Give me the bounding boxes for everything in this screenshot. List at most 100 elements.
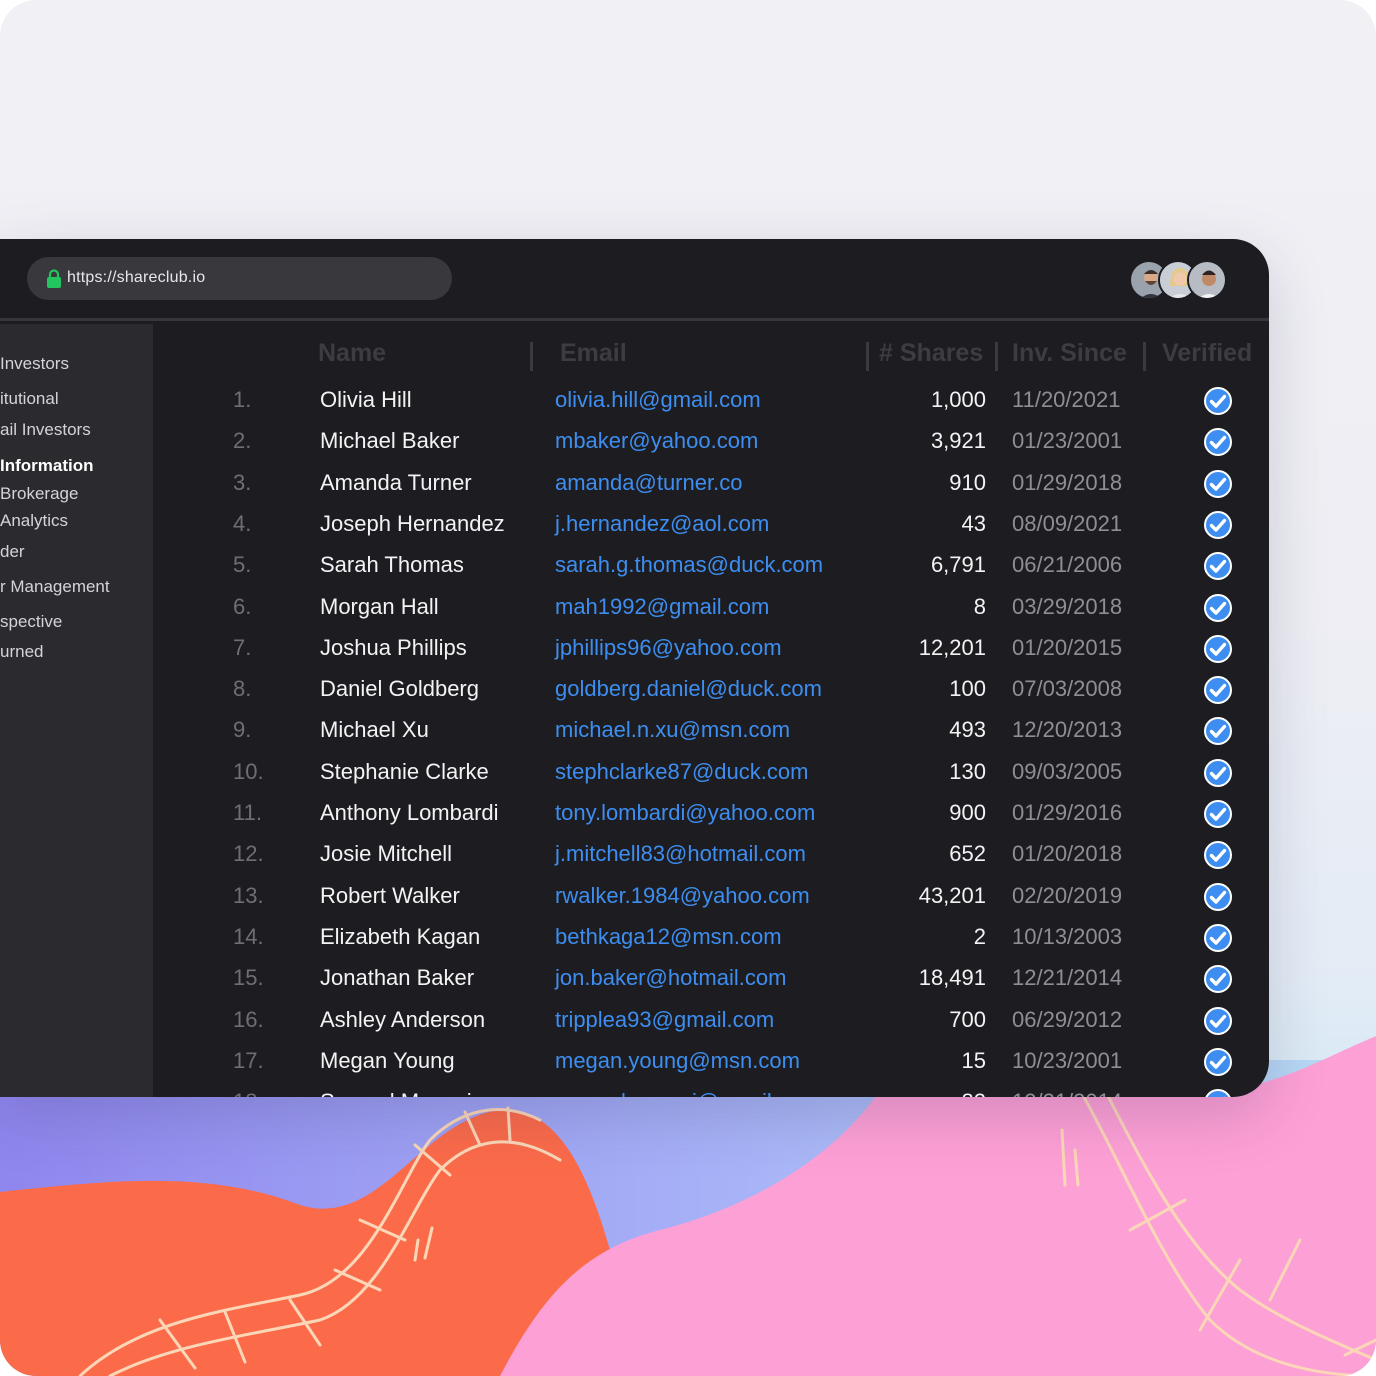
investor-email-link[interactable]: goldberg.daniel@duck.com <box>555 675 822 703</box>
share-count: 18,491 <box>918 965 986 991</box>
row-number: 8. <box>233 676 252 702</box>
sidebar-item-management[interactable]: r Management <box>0 577 110 597</box>
column-divider[interactable] <box>866 342 869 371</box>
sidebar-item-investors[interactable]: Investors <box>0 354 69 374</box>
sidebar-item-brokerage[interactable]: Brokerage <box>0 484 78 504</box>
investor-name: Samuel Mavani <box>320 1088 472 1097</box>
investor-email-link[interactable]: rwalker.1984@yahoo.com <box>555 882 810 910</box>
investor-email-link[interactable]: olivia.hill@gmail.com <box>555 386 761 414</box>
table-row[interactable]: 6. Morgan Hall mah1992@gmail.com 8 03/29/201… <box>153 593 1269 634</box>
investor-email-link[interactable]: j.hernandez@aol.com <box>555 510 769 538</box>
investor-email-link[interactable]: j.mitchell83@hotmail.com <box>555 840 806 868</box>
investor-email-link[interactable]: tripplea93@gmail.com <box>555 1006 774 1034</box>
row-number: 4. <box>233 510 252 536</box>
avatar[interactable] <box>1187 260 1227 300</box>
investor-email-link[interactable]: jphillips96@yahoo.com <box>555 634 782 662</box>
table-row[interactable]: 2. Michael Baker mbaker@yahoo.com 3,921 01/2… <box>153 427 1269 468</box>
row-number: 2. <box>233 428 252 454</box>
sidebar-item-institutional[interactable]: itutional <box>0 389 59 409</box>
investor-email-link[interactable]: michael.n.xu@msn.com <box>555 716 790 744</box>
share-count: 652 <box>949 841 986 867</box>
share-count: 493 <box>949 717 986 743</box>
table-row[interactable]: 3. Amanda Turner amanda@turner.co 910 01/29/… <box>153 469 1269 510</box>
investor-since-date: 01/20/2018 <box>1012 841 1123 867</box>
investor-email-link[interactable]: mah1992@gmail.com <box>555 593 769 621</box>
verified-check-icon <box>1204 841 1232 870</box>
investor-name: Michael Xu <box>320 717 429 743</box>
sidebar-item-analytics[interactable]: Analytics <box>0 511 68 531</box>
investor-name: Michael Baker <box>320 428 460 454</box>
table-row[interactable]: 8. Daniel Goldberg goldberg.daniel@duck.co… <box>153 675 1269 716</box>
verified-check-icon <box>1205 1089 1231 1097</box>
investor-email-link[interactable]: mbaker@yahoo.com <box>555 427 758 455</box>
table-row[interactable]: 7. Joshua Phillips jphillips96@yahoo.com 12… <box>153 634 1269 675</box>
table-row[interactable]: 12. Josie Mitchell j.mitchell83@hotmail.co… <box>153 840 1269 881</box>
share-count: 3,921 <box>930 428 986 454</box>
table-row[interactable]: 18. Samuel Mavani samuelmavani@gmail.com 82… <box>153 1088 1269 1097</box>
table-row[interactable]: 15. Jonathan Baker jon.baker@hotmail.com 18… <box>153 964 1269 1005</box>
column-header-name[interactable]: Name <box>318 339 386 368</box>
investor-email-link[interactable]: jon.baker@hotmail.com <box>555 964 786 992</box>
investor-name: Daniel Goldberg <box>320 676 479 702</box>
table-row[interactable]: 13. Robert Walker rwalker.1984@yahoo.com 43… <box>153 882 1269 923</box>
investor-email-link[interactable]: megan.young@msn.com <box>555 1047 800 1075</box>
table-row[interactable]: 1. Olivia Hill olivia.hill@gmail.com 1,000 1… <box>153 386 1269 427</box>
table-row[interactable]: 16. Ashley Anderson tripplea93@gmail.com 70… <box>153 1006 1269 1047</box>
column-header-verified[interactable]: Verified <box>1162 339 1252 368</box>
verified-check-icon <box>1204 676 1232 705</box>
column-header-email[interactable]: Email <box>560 339 627 368</box>
investor-since-date: 01/29/2018 <box>1012 469 1123 495</box>
table-row[interactable]: 5. Sarah Thomas sarah.g.thomas@duck.com 6,7… <box>153 551 1269 592</box>
sidebar-item-returned[interactable]: urned <box>0 642 43 662</box>
table-row[interactable]: 10. Stephanie Clarke stephclarke87@duck.co… <box>153 758 1269 799</box>
investor-name: Morgan Hall <box>320 593 439 619</box>
share-count: 15 <box>961 1047 986 1073</box>
share-count: 910 <box>949 469 986 495</box>
sidebar-item-retail-investors[interactable]: ail Investors <box>0 420 91 440</box>
table-row[interactable]: 11. Anthony Lombardi tony.lombardi@yahoo.c… <box>153 799 1269 840</box>
investor-email-link[interactable]: stephclarke87@duck.com <box>555 758 808 786</box>
table-row[interactable]: 17. Megan Young megan.young@msn.com 15 10/23… <box>153 1047 1269 1088</box>
row-number: 15. <box>233 965 264 991</box>
investor-name: Amanda Turner <box>320 469 472 495</box>
sidebar: Investors itutional ail Investors Inform… <box>0 324 153 1097</box>
share-count: 6,791 <box>930 552 986 578</box>
table-row[interactable]: 14. Elizabeth Kagan bethkaga12@msn.com 2 10/… <box>153 923 1269 964</box>
row-number: 1. <box>233 387 252 412</box>
investor-email-link[interactable]: tony.lombardi@yahoo.com <box>555 799 815 827</box>
row-number: 16. <box>233 1006 264 1032</box>
verified-check-icon <box>1204 593 1232 622</box>
column-divider[interactable] <box>995 342 998 371</box>
table-row[interactable]: 4. Joseph Hernandez j.hernandez@aol.com 43 0… <box>153 510 1269 551</box>
table-row[interactable]: 9. Michael Xu michael.n.xu@msn.com 493 12/20… <box>153 716 1269 757</box>
column-divider[interactable] <box>1143 342 1146 371</box>
share-count: 700 <box>949 1006 986 1032</box>
sidebar-item-information[interactable]: Information <box>0 456 94 476</box>
row-number: 12. <box>233 841 264 867</box>
column-divider[interactable] <box>530 342 533 371</box>
investor-since-date: 10/13/2003 <box>1012 923 1123 949</box>
sidebar-item-der[interactable]: der <box>0 542 25 562</box>
investor-email-link[interactable]: amanda@turner.co <box>555 469 742 497</box>
investor-name: Ashley Anderson <box>320 1006 486 1032</box>
investor-since-date: 03/29/2018 <box>1012 593 1123 619</box>
row-number: 5. <box>233 552 252 578</box>
share-count: 43 <box>961 510 986 536</box>
share-count: 130 <box>949 758 986 784</box>
investor-since-date: 06/29/2012 <box>1012 1006 1123 1032</box>
investor-since-date: 10/23/2001 <box>1012 1047 1123 1073</box>
investor-email-link[interactable]: samuelmavani@gmail.com <box>555 1088 819 1097</box>
investor-name: Elizabeth Kagan <box>320 923 481 949</box>
investor-since-date: 11/20/2021 <box>1012 387 1121 412</box>
investor-name: Stephanie Clarke <box>320 758 489 784</box>
sidebar-item-perspective[interactable]: spective <box>0 612 62 632</box>
column-header-shares[interactable]: # Shares <box>879 339 983 368</box>
investor-email-link[interactable]: sarah.g.thomas@duck.com <box>555 551 823 579</box>
share-count: 2 <box>973 923 986 949</box>
investor-since-date: 12/21/2014 <box>1012 1088 1122 1097</box>
investor-email-link[interactable]: bethkaga12@msn.com <box>555 923 782 951</box>
address-bar[interactable]: https://shareclub.io <box>27 257 452 300</box>
verified-check-icon <box>1204 428 1232 457</box>
column-header-since[interactable]: Inv. Since <box>1012 339 1127 368</box>
investor-name: Robert Walker <box>320 882 460 908</box>
